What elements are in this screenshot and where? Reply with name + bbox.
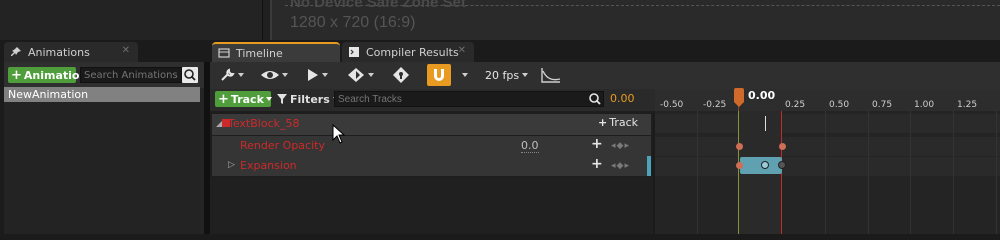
compiler-icon (349, 47, 359, 57)
filter-icon (277, 94, 287, 104)
eye-icon (261, 71, 279, 79)
tab-timeline[interactable]: Timeline (212, 42, 340, 62)
keyframe[interactable] (736, 143, 743, 150)
opacity-value-field[interactable]: 0.0 (521, 139, 539, 153)
search-animations-input[interactable] (80, 67, 182, 83)
add-key-icon[interactable]: + (591, 156, 603, 172)
keyframe[interactable] (779, 143, 786, 150)
tick-label: -0.25 (703, 100, 727, 110)
add-key-icon[interactable]: + (591, 136, 603, 152)
close-icon[interactable]: ✕ (122, 45, 130, 56)
tools-button[interactable] (220, 64, 244, 86)
key-diamond-icon (348, 68, 364, 82)
tab-compiler-results[interactable]: Compiler Results ✕ (342, 42, 474, 62)
chevron-down-icon (282, 73, 288, 77)
chevron-down-icon (368, 73, 374, 77)
close-icon[interactable]: ✕ (458, 45, 466, 56)
plus-icon: + (598, 116, 608, 129)
grid-line (910, 111, 911, 234)
timeline-cursor (765, 116, 766, 131)
search-icon[interactable] (182, 67, 198, 83)
filters-label: Filters (290, 92, 330, 106)
track-label-widget: TextBlock_58 (228, 117, 300, 130)
add-animation-label: Animation (23, 68, 88, 82)
resolution-text: 1280 x 720 (16:9) (290, 14, 416, 31)
snap-options-button[interactable] (462, 64, 468, 86)
filters-button[interactable]: Filters (277, 91, 339, 107)
tab-animations-label: Animations (28, 45, 90, 59)
add-track-label: Track (230, 92, 264, 106)
search-icon[interactable] (588, 92, 602, 106)
selection-indicator (647, 156, 651, 176)
tick-label: 1.25 (957, 100, 978, 110)
safe-zone-text: No Device Safe Zone Set (290, 0, 466, 11)
timeline-lane-render-opacity[interactable] (655, 137, 1000, 156)
chevron-down-icon (522, 73, 529, 77)
key-lock-icon (393, 67, 409, 83)
chevron-down-icon (265, 97, 272, 101)
grid-line (953, 111, 954, 234)
fps-label: 20 fps (485, 68, 520, 82)
plus-icon: + (218, 91, 229, 107)
tick-label: 0.25 (785, 100, 806, 110)
add-sub-track-label: Track (609, 116, 639, 129)
key-navigation-icon[interactable]: ◂◆▸ (611, 161, 630, 171)
plus-icon: + (11, 67, 22, 83)
grid-line (697, 111, 698, 234)
tab-compiler-label: Compiler Results (366, 45, 459, 59)
grid-line (825, 111, 826, 234)
pin-icon (11, 47, 21, 56)
playhead-tip (734, 102, 744, 107)
tab-animations[interactable]: Animations ✕ (4, 42, 138, 62)
current-time-readout[interactable]: 0.00 (610, 92, 635, 105)
play-button[interactable] (306, 64, 328, 86)
tab-timeline-label: Timeline (236, 46, 283, 60)
magnet-icon (434, 69, 444, 81)
tick-label: -0.50 (660, 100, 684, 110)
playhead-handle[interactable] (734, 88, 744, 102)
timeline-toolbar (210, 62, 1000, 89)
keyframe[interactable] (761, 161, 769, 169)
fps-dropdown[interactable]: 20 fps (485, 64, 529, 86)
key-button[interactable] (346, 64, 374, 86)
track-label-render-opacity: Render Opacity (240, 139, 325, 152)
auto-key-button[interactable] (392, 64, 410, 86)
search-tracks-input[interactable] (334, 91, 604, 107)
chevron-down-icon (462, 73, 468, 77)
add-sub-track-button[interactable]: + Track (598, 116, 638, 129)
animation-list-item[interactable]: NewAnimation (4, 87, 200, 102)
chevron-down-icon (238, 73, 244, 77)
timeline-lane-expansion[interactable] (655, 157, 1000, 176)
expand-triangle-icon[interactable]: ▷ (228, 160, 235, 170)
grid-line (996, 111, 997, 234)
tick-label: 1.00 (914, 100, 935, 110)
keyframe[interactable] (778, 161, 786, 169)
view-options-button[interactable] (260, 64, 288, 86)
viewport-left-panel (0, 0, 263, 40)
snap-toggle[interactable] (427, 64, 451, 86)
track-label-expansion: Expansion (240, 159, 297, 172)
wrench-icon (221, 68, 235, 81)
timeline-lane-widget[interactable] (655, 114, 1000, 133)
grid-line (868, 111, 869, 234)
curve-editor-icon (541, 68, 561, 83)
playhead-time: 0.00 (748, 89, 776, 102)
add-track-button[interactable]: + Track (215, 91, 272, 107)
mouse-cursor-icon (332, 124, 346, 144)
animation-list (4, 102, 200, 234)
outliner-empty-area (210, 177, 653, 234)
play-icon (308, 69, 318, 81)
curve-editor-button[interactable] (540, 64, 562, 86)
timeline-icon (218, 48, 230, 58)
add-animation-button[interactable]: + Animation (8, 67, 87, 83)
chevron-down-icon (322, 73, 328, 77)
tick-label: 0.75 (872, 100, 893, 110)
key-navigation-icon[interactable]: ◂◆▸ (611, 141, 630, 151)
tick-label: 0.50 (829, 100, 850, 110)
keyframe[interactable] (736, 162, 743, 169)
